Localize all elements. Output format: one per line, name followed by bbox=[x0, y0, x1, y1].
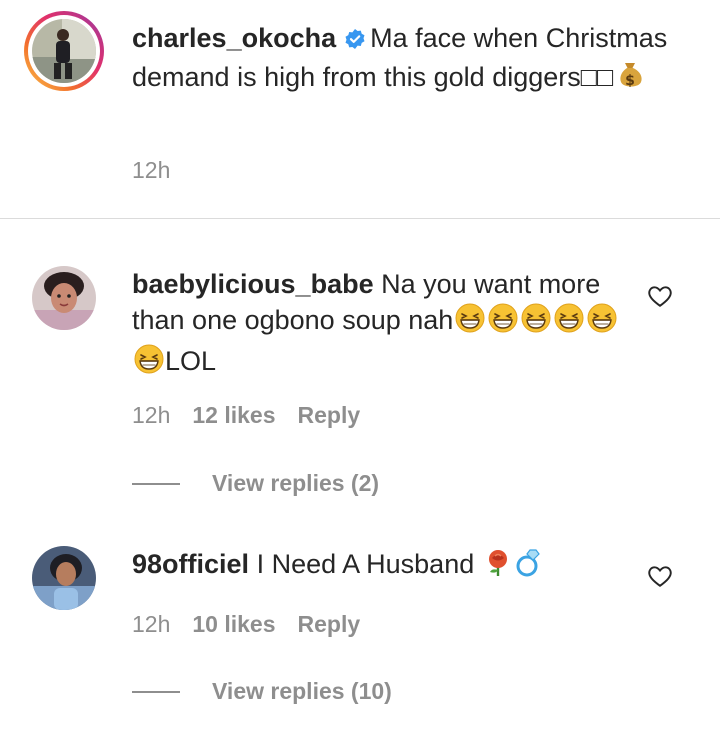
likes-count[interactable]: 12 likes bbox=[192, 402, 275, 428]
comment-meta: 12h 10 likes Reply bbox=[132, 611, 382, 638]
caption-meta: 12h bbox=[132, 157, 192, 184]
comment-time: 12h bbox=[132, 402, 171, 428]
comment-text: 98officiel I Need A Husband bbox=[132, 546, 632, 587]
svg-text:$: $ bbox=[626, 73, 636, 89]
grinning-squinting-face-icon bbox=[586, 302, 618, 343]
caption-text: charles_okocha Ma face when Christmas dem… bbox=[132, 20, 672, 100]
avatar bbox=[32, 19, 96, 83]
caption-username[interactable]: charles_okocha bbox=[132, 23, 336, 53]
divider bbox=[0, 218, 720, 219]
avatar[interactable] bbox=[32, 546, 96, 610]
caption-time: 12h bbox=[132, 157, 171, 183]
comment-text: baebylicious_babe Na you want more than … bbox=[132, 266, 632, 384]
comment-username[interactable]: 98officiel bbox=[132, 549, 249, 579]
comment-lol: LOL bbox=[165, 346, 217, 376]
view-replies-button[interactable]: View replies (10) bbox=[132, 678, 392, 705]
ring-icon bbox=[514, 548, 544, 587]
comment-meta: 12h 12 likes Reply bbox=[132, 402, 382, 429]
comment-body: I Need A Husband bbox=[256, 549, 475, 579]
money-bag-icon: $ bbox=[614, 59, 646, 100]
reply-button[interactable]: Reply bbox=[298, 402, 361, 428]
grinning-squinting-face-icon bbox=[133, 343, 165, 384]
rose-icon bbox=[483, 548, 513, 587]
likes-count[interactable]: 10 likes bbox=[192, 611, 275, 637]
like-heart-icon[interactable] bbox=[647, 283, 673, 314]
caption-avatar-ring[interactable] bbox=[24, 11, 104, 91]
view-replies-button[interactable]: View replies (2) bbox=[132, 470, 379, 497]
like-heart-icon[interactable] bbox=[647, 563, 673, 594]
grinning-squinting-face-icon bbox=[487, 302, 519, 343]
avatar[interactable] bbox=[32, 266, 96, 330]
comment-time: 12h bbox=[132, 611, 171, 637]
reply-button[interactable]: Reply bbox=[298, 611, 361, 637]
grinning-squinting-face-icon bbox=[454, 302, 486, 343]
verified-badge-icon bbox=[344, 23, 366, 59]
divider-line bbox=[132, 482, 180, 485]
comment-username[interactable]: baebylicious_babe bbox=[132, 269, 374, 299]
view-replies-label: View replies (10) bbox=[212, 678, 392, 704]
view-replies-label: View replies (2) bbox=[212, 470, 380, 496]
grinning-squinting-face-icon bbox=[520, 302, 552, 343]
grinning-squinting-face-icon bbox=[553, 302, 585, 343]
caption-trailing-glyphs: □□ bbox=[580, 62, 614, 92]
divider-line bbox=[132, 690, 180, 693]
